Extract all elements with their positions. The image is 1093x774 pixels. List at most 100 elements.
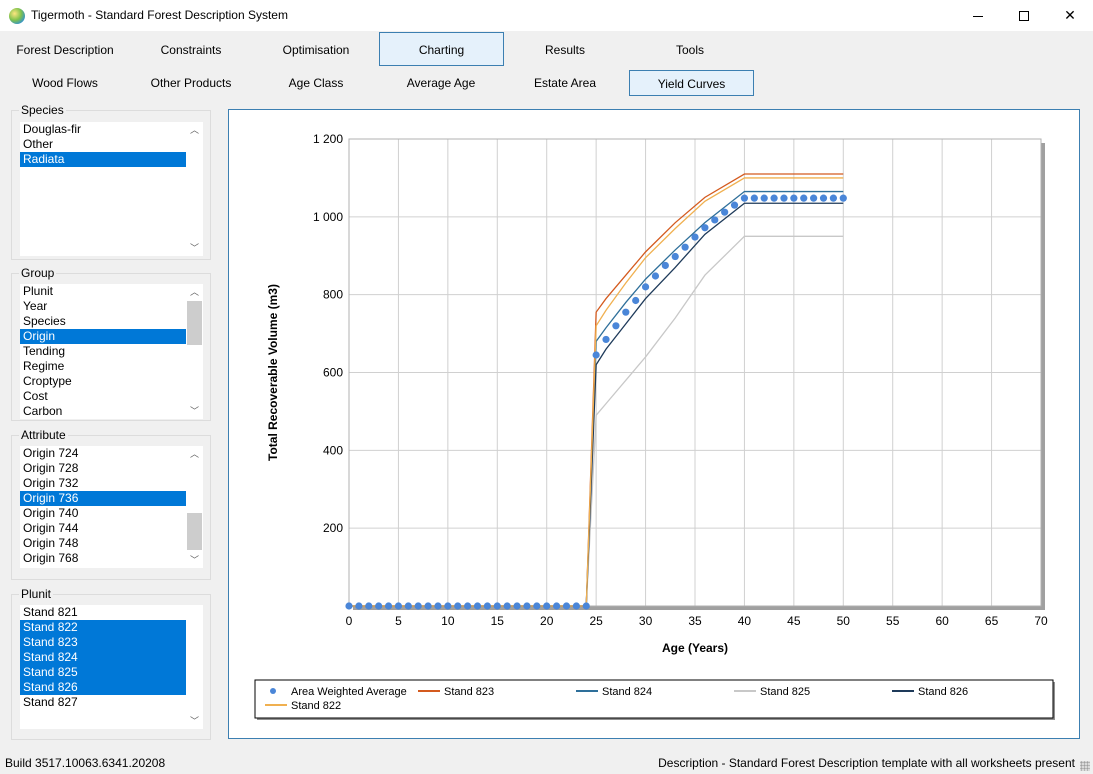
data-point — [730, 201, 739, 209]
data-point — [473, 602, 482, 610]
data-point — [454, 602, 462, 610]
tab-tools[interactable]: Tools — [628, 33, 752, 67]
plunit-list-item[interactable]: Stand 826 — [20, 680, 203, 695]
subtab-age-class[interactable]: Age Class — [254, 70, 378, 96]
plunit-list-item[interactable]: Stand 823 — [20, 635, 203, 650]
scroll-up-icon[interactable]: ︿ — [186, 122, 203, 138]
plunit-list-item[interactable]: Stand 824 — [20, 650, 203, 665]
scroll-down-icon[interactable]: ﹀ — [186, 713, 203, 729]
tab-forest-description[interactable]: Forest Description — [3, 33, 127, 67]
maximize-button[interactable] — [1001, 0, 1047, 31]
attribute-group: Attribute Origin 724 Origin 728 Origin 732… — [11, 428, 211, 580]
attribute-list-item[interactable]: Origin 724 — [20, 446, 203, 461]
data-point — [750, 194, 758, 202]
group-scrollbar[interactable]: ︿ ﹀ — [186, 284, 203, 419]
tab-optimisation[interactable]: Optimisation — [254, 33, 378, 67]
plunit-list-item[interactable]: Stand 827 — [20, 695, 203, 710]
minimize-button[interactable] — [955, 0, 1001, 31]
group-list-item[interactable]: Origin — [20, 329, 203, 344]
group-list-item[interactable]: Cost — [20, 389, 203, 404]
legend-entry: Stand 824 — [602, 686, 652, 698]
scroll-thumb[interactable] — [187, 301, 202, 345]
data-point — [740, 194, 749, 202]
group-list-item[interactable]: Species — [20, 314, 203, 329]
close-button[interactable]: ✕ — [1047, 0, 1093, 31]
data-point — [483, 602, 491, 610]
attribute-list-item[interactable]: Origin 732 — [20, 476, 203, 491]
subtab-average-age[interactable]: Average Age — [379, 70, 503, 96]
species-list-item[interactable]: Radiata — [20, 152, 203, 167]
scroll-down-icon[interactable]: ﹀ — [186, 552, 203, 568]
x-tick-label: 15 — [491, 614, 505, 628]
attribute-list-item[interactable]: Origin 748 — [20, 536, 203, 551]
x-tick-label: 25 — [589, 614, 603, 628]
plunit-listbox[interactable]: Stand 821 Stand 822 Stand 823 Stand 824 Stan… — [20, 605, 203, 729]
group-list-item[interactable]: Tending — [20, 344, 203, 359]
tab-constraints[interactable]: Constraints — [129, 33, 253, 67]
data-point — [661, 261, 669, 270]
data-point — [632, 296, 640, 305]
status-bar: Build 3517.10063.6341.20208 Description … — [0, 752, 1093, 774]
subtab-estate-area[interactable]: Estate Area — [503, 70, 627, 96]
scroll-up-icon[interactable]: ︿ — [186, 284, 203, 300]
group-list-item[interactable]: Regime — [20, 359, 203, 374]
data-point — [365, 602, 373, 610]
species-group: Species Douglas-fir Other Radiata ︿ ﹀ — [11, 103, 211, 260]
group-listbox[interactable]: Plunit Year Species Origin Tending Regime Crop… — [20, 284, 203, 419]
y-tick-label: 200 — [323, 521, 343, 535]
legend-marker — [270, 688, 276, 694]
y-tick-label: 1 000 — [313, 210, 343, 224]
data-point — [770, 194, 778, 202]
data-point — [493, 602, 501, 610]
x-tick-label: 70 — [1034, 614, 1048, 628]
attribute-list-item[interactable]: Origin 736 — [20, 491, 203, 506]
species-scrollbar[interactable]: ︿ ﹀ — [186, 122, 203, 256]
data-point — [780, 194, 788, 202]
data-point — [503, 602, 511, 610]
data-point — [444, 602, 452, 610]
attribute-list-item[interactable]: Origin 768 — [20, 551, 203, 566]
data-point — [572, 602, 580, 610]
group-list-item[interactable]: Plunit — [20, 284, 203, 299]
attribute-list-item[interactable]: Origin 740 — [20, 506, 203, 521]
data-point — [553, 602, 561, 610]
data-point — [424, 602, 432, 610]
data-point — [533, 602, 541, 610]
scroll-down-icon[interactable]: ﹀ — [186, 240, 203, 256]
plunit-scrollbar[interactable]: ﹀ — [186, 605, 203, 729]
data-point — [355, 602, 363, 610]
yield-curve-chart: 0 5 10 15 20 25 30 35 40 45 50 55 60 65 70 200 400 600 800… — [254, 132, 1055, 720]
plunit-list-item[interactable]: Stand 825 — [20, 665, 203, 680]
data-point — [641, 283, 650, 291]
app-globe-icon — [9, 8, 25, 24]
data-point — [691, 233, 699, 241]
plunit-list-item[interactable]: Stand 822 — [20, 620, 203, 635]
x-tick-label: 0 — [346, 614, 353, 628]
species-list-item[interactable]: Douglas-fir — [20, 122, 203, 137]
scroll-up-icon[interactable]: ︿ — [186, 446, 203, 462]
maximize-icon — [1019, 11, 1029, 22]
species-label: Species — [19, 103, 66, 117]
species-listbox[interactable]: Douglas-fir Other Radiata ︿ ﹀ — [20, 122, 203, 256]
scroll-down-icon[interactable]: ﹀ — [186, 403, 203, 419]
scroll-thumb[interactable] — [187, 513, 202, 550]
group-list-item[interactable]: Year — [20, 299, 203, 314]
subtab-wood-flows[interactable]: Wood Flows — [3, 70, 127, 96]
subtab-yield-curves[interactable]: Yield Curves — [629, 70, 754, 96]
data-point — [602, 335, 610, 344]
attribute-list-item[interactable]: Origin 744 — [20, 521, 203, 536]
attribute-scrollbar[interactable]: ︿ ﹀ — [186, 446, 203, 568]
species-list-item[interactable]: Other — [20, 137, 203, 152]
group-list-item[interactable]: Croptype — [20, 374, 203, 389]
group-list-item[interactable]: Carbon — [20, 404, 203, 419]
plunit-list-item[interactable]: Stand 821 — [20, 605, 203, 620]
x-tick-label: 10 — [441, 614, 455, 628]
subtab-other-products[interactable]: Other Products — [129, 70, 253, 96]
tab-results[interactable]: Results — [503, 33, 627, 67]
attribute-list-item[interactable]: Origin 728 — [20, 461, 203, 476]
attribute-listbox[interactable]: Origin 724 Origin 728 Origin 732 Origin 736… — [20, 446, 203, 568]
resize-grip-icon[interactable] — [1080, 761, 1090, 771]
tab-charting[interactable]: Charting — [379, 32, 504, 66]
legend-entry: Stand 822 — [291, 700, 341, 712]
data-point — [414, 602, 422, 610]
